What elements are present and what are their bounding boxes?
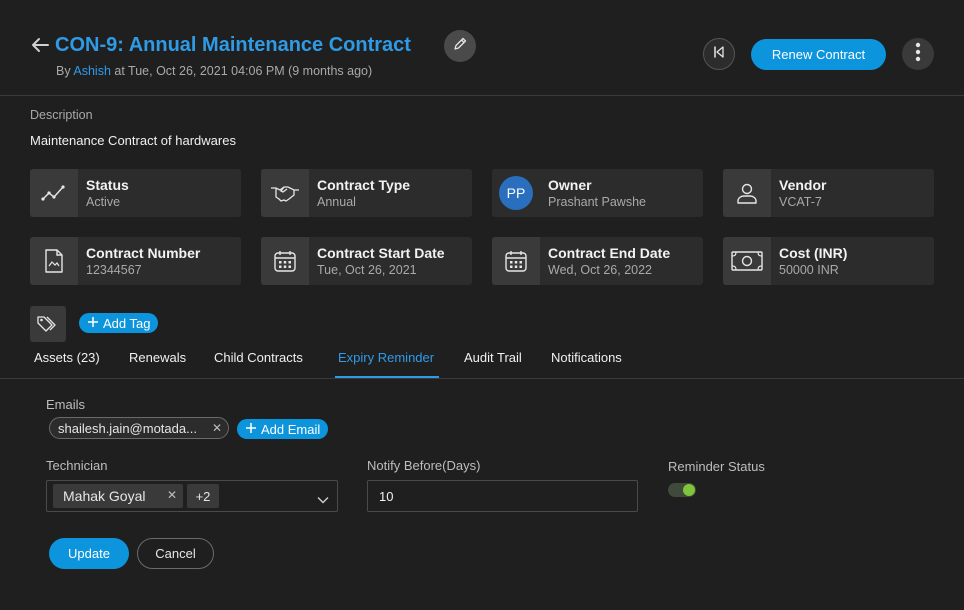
card-value: Prashant Pawshe xyxy=(548,195,646,209)
document-icon xyxy=(30,237,78,285)
tag-icon xyxy=(30,306,66,342)
back-arrow-icon[interactable] xyxy=(28,33,52,57)
reminder-status-label: Reminder Status xyxy=(668,459,765,474)
vertical-dots-icon xyxy=(915,42,921,67)
skip-back-icon xyxy=(711,44,727,65)
created-at: at Tue, Oct 26, 2021 04:06 PM (9 months … xyxy=(110,64,373,78)
author-link[interactable]: Ashish xyxy=(73,64,111,78)
vendor-card: Vendor VCAT-7 xyxy=(723,169,934,217)
remove-technician-icon[interactable]: ✕ xyxy=(167,488,177,502)
card-value: Wed, Oct 26, 2022 xyxy=(548,263,652,277)
technician-chip-text: Mahak Goyal xyxy=(63,488,146,504)
card-value: Active xyxy=(86,195,121,209)
technician-chip: Mahak Goyal ✕ xyxy=(53,484,183,508)
active-tab-indicator xyxy=(335,376,439,378)
plus-icon xyxy=(87,316,99,331)
cancel-button[interactable]: Cancel xyxy=(137,538,214,569)
tab-renewals[interactable]: Renewals xyxy=(129,350,186,365)
tab-assets[interactable]: Assets (23) xyxy=(34,350,100,365)
by-label: By xyxy=(56,64,74,78)
card-label: Cost (INR) xyxy=(779,245,848,261)
card-label: Contract Start Date xyxy=(317,245,445,261)
card-value: Tue, Oct 26, 2021 xyxy=(317,263,417,277)
update-button[interactable]: Update xyxy=(49,538,129,569)
contract-end-date-card: Contract End Date Wed, Oct 26, 2022 xyxy=(492,237,703,285)
technician-select[interactable]: Mahak Goyal ✕ +2 xyxy=(46,480,338,512)
tab-child-contracts[interactable]: Child Contracts xyxy=(214,350,303,365)
technician-label: Technician xyxy=(46,458,108,473)
renew-contract-button[interactable]: Renew Contract xyxy=(751,39,886,70)
notify-before-input[interactable] xyxy=(367,480,638,512)
description-text: Maintenance Contract of hardwares xyxy=(30,133,236,148)
handshake-icon xyxy=(261,169,309,217)
plus-icon xyxy=(245,422,257,437)
tab-bar: Assets (23) Renewals Child Contracts Exp… xyxy=(0,346,964,379)
card-label: Vendor xyxy=(779,177,827,193)
add-email-button[interactable]: Add Email xyxy=(237,419,329,439)
contract-number-card: Contract Number 12344567 xyxy=(30,237,241,285)
card-value: 12344567 xyxy=(86,263,142,277)
toggle-knob xyxy=(683,484,695,496)
notify-before-label: Notify Before(Days) xyxy=(367,458,481,473)
pencil-icon xyxy=(452,36,468,57)
more-options-button[interactable] xyxy=(902,38,934,70)
add-tag-button[interactable]: Add Tag xyxy=(79,313,159,333)
reminder-status-toggle[interactable] xyxy=(668,483,696,497)
created-byline: By Ashish at Tue, Oct 26, 2021 04:06 PM … xyxy=(56,64,372,78)
chevron-down-icon[interactable] xyxy=(317,491,329,509)
technician-more-chip[interactable]: +2 xyxy=(187,484,219,508)
card-label: Status xyxy=(86,177,129,193)
add-email-label: Add Email xyxy=(261,421,321,437)
email-chip-text: shailesh.jain@motada... xyxy=(58,420,197,436)
trend-icon xyxy=(30,169,78,217)
card-label: Contract End Date xyxy=(548,245,671,261)
card-label: Contract Number xyxy=(86,245,201,261)
page-title: CON-9: Annual Maintenance Contract xyxy=(55,34,411,56)
card-label: Owner xyxy=(548,177,592,193)
card-value: Annual xyxy=(317,195,356,209)
card-value: VCAT-7 xyxy=(779,195,822,209)
user-icon xyxy=(723,169,771,217)
first-record-button[interactable] xyxy=(703,38,735,70)
page-header: CON-9: Annual Maintenance Contract By As… xyxy=(0,0,964,96)
tab-audit-trail[interactable]: Audit Trail xyxy=(464,350,522,365)
card-label: Contract Type xyxy=(317,177,411,193)
remove-email-icon[interactable]: ✕ xyxy=(212,421,222,435)
owner-avatar-wrap: PP xyxy=(492,169,540,217)
contract-start-date-card: Contract Start Date Tue, Oct 26, 2021 xyxy=(261,237,472,285)
cash-icon xyxy=(723,237,771,285)
tab-notifications[interactable]: Notifications xyxy=(551,350,622,365)
emails-label: Emails xyxy=(46,397,86,412)
cost-card: Cost (INR) 50000 INR xyxy=(723,237,934,285)
calendar-icon xyxy=(261,237,309,285)
status-card: Status Active xyxy=(30,169,241,217)
contract-type-card: Contract Type Annual xyxy=(261,169,472,217)
calendar-icon xyxy=(492,237,540,285)
owner-card: PP Owner Prashant Pawshe xyxy=(492,169,703,217)
description-label: Description xyxy=(30,108,93,122)
edit-button[interactable] xyxy=(444,30,476,62)
email-chip: shailesh.jain@motada... ✕ xyxy=(49,417,229,439)
add-tag-label: Add Tag xyxy=(103,315,151,331)
avatar: PP xyxy=(499,176,533,210)
tab-expiry-reminder[interactable]: Expiry Reminder xyxy=(338,350,434,365)
card-value: 50000 INR xyxy=(779,263,839,277)
